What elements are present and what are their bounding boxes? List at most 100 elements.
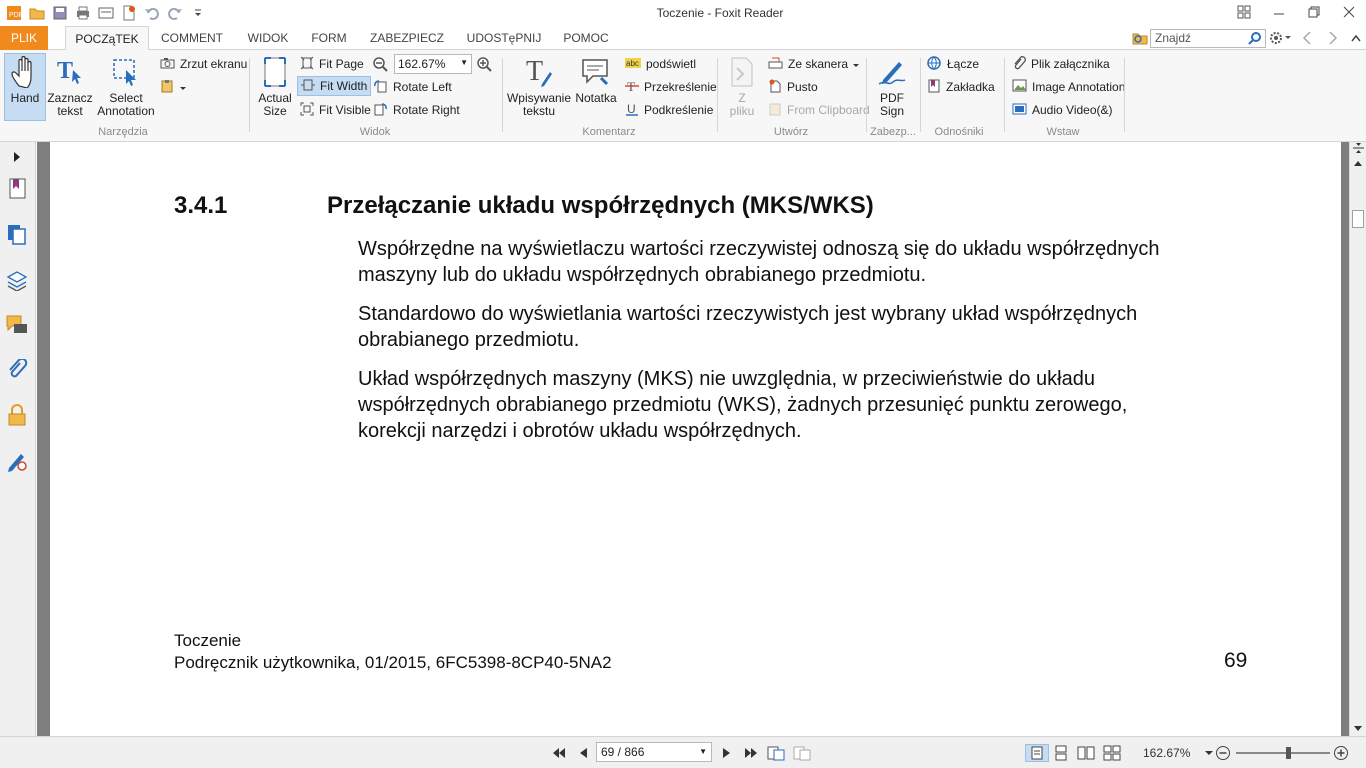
paragraph-line: obrabianego przedmiotu. <box>358 329 580 351</box>
first-page-icon[interactable] <box>550 744 568 762</box>
file-attachment-button[interactable]: Plik załącznika <box>1012 54 1110 74</box>
tab-form[interactable]: FORM <box>306 26 352 50</box>
search-icon[interactable] <box>1248 31 1262 48</box>
strikeout-icon: T <box>625 79 639 96</box>
tab-view[interactable]: WIDOK <box>240 26 296 50</box>
expand-panel-icon[interactable] <box>6 146 28 168</box>
paragraph-line: współrzędnych obrabianego przedmiotu (WK… <box>358 394 1128 416</box>
fit-visible-button[interactable]: Fit Visible <box>300 100 371 120</box>
close-button[interactable] <box>1331 0 1366 24</box>
layers-icon[interactable] <box>6 269 28 291</box>
group-label-comment: Komentarz <box>582 126 636 138</box>
tab-share[interactable]: UDOSTęPNIJ <box>463 26 545 50</box>
typewriter-label-2: tekstu <box>522 104 555 118</box>
zoom-in-circle-icon[interactable] <box>1332 744 1350 762</box>
highlight-button[interactable]: abc podświetl <box>625 54 696 74</box>
single-page-view-icon[interactable] <box>1025 744 1049 762</box>
rotate-right-icon <box>373 102 388 119</box>
clipboard-button[interactable] <box>160 77 186 97</box>
pdf-sign-label-2: Sign <box>879 104 905 118</box>
from-scanner-button[interactable]: Ze skanera <box>768 54 860 74</box>
scrollbar-thumb[interactable] <box>1352 210 1364 228</box>
find-folder-icon[interactable] <box>1130 31 1150 45</box>
security-lock-icon[interactable] <box>6 404 28 426</box>
zoom-slider-knob[interactable] <box>1286 747 1291 759</box>
image-icon <box>1012 79 1027 95</box>
bookmarks-icon[interactable] <box>6 178 28 200</box>
select-text-label-2: tekst <box>57 104 83 118</box>
fit-page-icon <box>300 56 314 73</box>
paragraph-line: maszyny lub do układu współrzędnych obra… <box>358 264 927 286</box>
paragraph-1: Współrzędne na wyświetlaczu wartości rze… <box>358 236 1258 288</box>
snapshot-button[interactable]: Zrzut ekranu <box>160 54 247 74</box>
typewriter-icon: T <box>524 54 554 90</box>
zoom-in-icon[interactable] <box>476 56 492 75</box>
select-text-button[interactable]: T Zaznacz tekst <box>47 54 92 118</box>
tab-home[interactable]: POCZąTEK <box>65 26 149 51</box>
next-view-icon[interactable] <box>793 744 811 762</box>
fit-visible-label: Fit Visible <box>319 103 371 117</box>
pdf-sign-button[interactable]: PDF Sign <box>872 54 912 118</box>
link-button[interactable]: Łącze <box>927 54 979 74</box>
zoom-slider[interactable] <box>1236 747 1330 759</box>
bookmark-button[interactable]: Zakładka <box>927 77 995 97</box>
scroll-up-icon[interactable] <box>1353 156 1363 170</box>
scanner-icon <box>768 56 783 73</box>
split-view-icon[interactable] <box>1353 142 1364 156</box>
collapse-ribbon-icon[interactable] <box>1346 34 1366 42</box>
underline-label: Podkreślenie <box>644 103 714 117</box>
svg-text:abc: abc <box>626 59 639 68</box>
search-input[interactable]: Znajdź <box>1150 28 1266 48</box>
continuous-facing-view-icon[interactable] <box>1103 744 1121 762</box>
ribbon-toggle-icon[interactable] <box>1226 0 1261 24</box>
zoom-out-icon[interactable] <box>372 56 388 75</box>
zoom-select[interactable]: 162.67% ▼ <box>394 54 472 74</box>
previous-view-icon[interactable] <box>767 744 785 762</box>
signatures-panel-icon[interactable] <box>6 450 28 472</box>
tab-protect[interactable]: ZABEZPIECZ <box>366 26 448 50</box>
zoom-out-circle-icon[interactable] <box>1214 744 1232 762</box>
comments-panel-icon[interactable] <box>6 314 28 336</box>
paragraph-line: Współrzędne na wyświetlaczu wartości rze… <box>358 238 1160 260</box>
typewriter-button[interactable]: T Wpisywanie tekstu <box>507 54 571 118</box>
bookmark-icon <box>927 79 941 96</box>
audio-video-label: Audio Video(&) <box>1032 103 1113 117</box>
actual-size-button[interactable]: Actual Size <box>256 54 294 118</box>
strikeout-button[interactable]: T Przekreślenie <box>625 77 717 97</box>
page-number-input[interactable]: 69 / 866 ▼ <box>596 742 712 762</box>
page-indicator: 69 / 866 <box>601 745 645 759</box>
from-file-button[interactable]: Z pliku <box>724 54 760 118</box>
facing-view-icon[interactable] <box>1077 744 1095 762</box>
scroll-down-icon[interactable] <box>1353 722 1363 736</box>
svg-text:T: T <box>57 58 73 84</box>
note-button[interactable]: Notatka <box>574 54 618 105</box>
rotate-left-button[interactable]: Rotate Left <box>373 77 452 97</box>
attachments-panel-icon[interactable] <box>6 359 28 381</box>
rotate-right-button[interactable]: Rotate Right <box>373 100 460 120</box>
continuous-view-icon[interactable] <box>1052 744 1070 762</box>
settings-gear-icon[interactable] <box>1266 31 1294 45</box>
select-annotation-button[interactable]: Select Annotation <box>96 54 156 118</box>
nav-back-icon[interactable] <box>1294 31 1320 45</box>
paragraph-3: Układ współrzędnych maszyny (MKS) nie uw… <box>358 366 1258 444</box>
vertical-scrollbar[interactable] <box>1349 142 1366 736</box>
tab-file[interactable]: PLIK <box>0 26 48 50</box>
fit-width-button[interactable]: Fit Width <box>297 76 372 96</box>
next-page-icon[interactable] <box>718 744 736 762</box>
blank-page-button[interactable]: Pusto <box>768 77 818 97</box>
from-clipboard-button[interactable]: From Clipboard <box>768 100 870 120</box>
fit-page-button[interactable]: Fit Page <box>300 54 364 74</box>
restore-button[interactable] <box>1296 0 1331 24</box>
tab-help[interactable]: POMOC <box>560 26 612 50</box>
minimize-button[interactable] <box>1261 0 1296 24</box>
previous-page-icon[interactable] <box>574 744 592 762</box>
pages-icon[interactable] <box>6 224 28 246</box>
image-annotation-button[interactable]: Image Annotation <box>1012 77 1125 97</box>
underline-button[interactable]: U Podkreślenie <box>625 100 713 120</box>
last-page-icon[interactable] <box>742 744 760 762</box>
audio-video-button[interactable]: Audio Video(&) <box>1012 100 1113 120</box>
tab-comment[interactable]: COMMENT <box>158 26 226 50</box>
ribbon-separator <box>502 58 503 132</box>
hand-tool-button[interactable]: Hand <box>4 53 46 121</box>
nav-forward-icon[interactable] <box>1320 31 1346 45</box>
